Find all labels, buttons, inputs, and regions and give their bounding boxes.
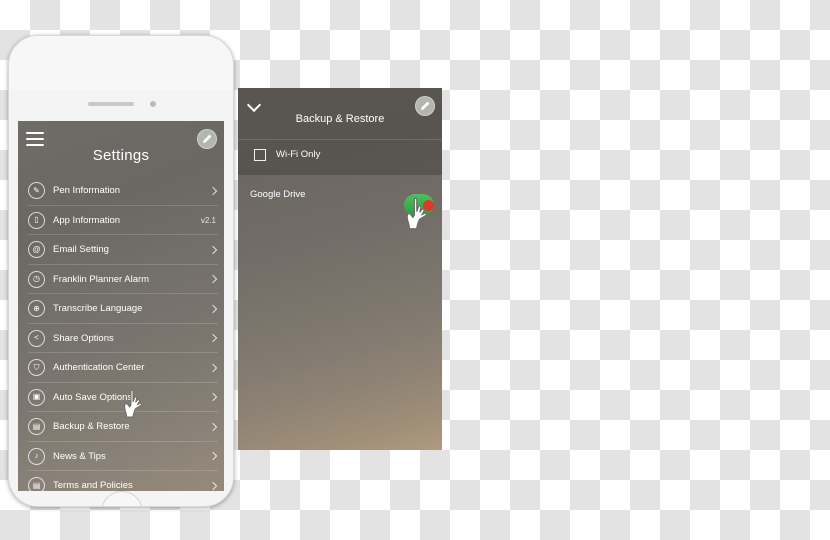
hamburger-menu-icon[interactable] <box>26 132 44 146</box>
page-title: Backup & Restore <box>295 113 385 125</box>
chevron-right-icon <box>208 186 218 195</box>
settings-header: Settings <box>18 121 224 176</box>
list-item-label: Email Setting <box>53 244 109 256</box>
list-item-label: App Information <box>53 214 121 226</box>
email-icon: @ <box>28 241 45 259</box>
chevron-right-icon <box>208 245 218 254</box>
chevron-right-icon <box>208 363 218 372</box>
sidebar-item-transcribe-language[interactable]: ⊕ Transcribe Language <box>18 294 224 324</box>
list-item-label: Franklin Planner Alarm <box>53 273 150 285</box>
settings-list: ✎ Pen Information ▯ App Information v2.1… <box>18 176 224 491</box>
chevron-right-icon <box>208 304 218 313</box>
clock-icon: ◷ <box>28 270 45 288</box>
wifi-only-option[interactable]: Wi-Fi Only <box>238 139 442 169</box>
chevron-right-icon <box>208 452 218 461</box>
sidebar-item-terms-and-policies[interactable]: ▤ Terms and Policies <box>18 471 224 491</box>
google-drive-label: Google Drive <box>250 188 306 200</box>
sidebar-item-pen-information[interactable]: ✎ Pen Information <box>18 176 224 206</box>
front-camera <box>150 101 156 107</box>
list-item-label: Backup & Restore <box>53 421 130 433</box>
home-button[interactable] <box>101 491 143 506</box>
chevron-right-icon <box>208 422 218 431</box>
list-item-label: News & Tips <box>53 450 106 462</box>
list-item-label: Share Options <box>53 332 114 344</box>
pen-icon: ✎ <box>28 182 45 200</box>
save-icon: ▣ <box>28 388 45 406</box>
list-item-label: Authentication Center <box>53 362 145 374</box>
list-item-label: Transcribe Language <box>53 303 143 315</box>
list-item-label: Pen Information <box>53 185 121 197</box>
sidebar-item-authentication-center[interactable]: ⛉ Authentication Center <box>18 353 224 383</box>
sidebar-item-share-options[interactable]: < Share Options <box>18 324 224 354</box>
list-item-label: Auto Save Options <box>53 391 133 403</box>
canvas: Settings ✎ Pen Information ▯ App Informa… <box>0 0 830 540</box>
list-item-label: Terms and Policies <box>53 480 133 491</box>
sidebar-item-auto-save-options[interactable]: ▣ Auto Save Options <box>18 383 224 413</box>
page-title: Settings <box>92 147 150 164</box>
sidebar-item-app-information[interactable]: ▯ App Information v2.1 <box>18 206 224 236</box>
globe-icon: ⊕ <box>28 300 45 318</box>
backup-icon: ▤ <box>28 418 45 436</box>
wifi-only-checkbox[interactable] <box>254 148 266 161</box>
bell-icon: ♪ <box>28 447 45 465</box>
wifi-only-label: Wi-Fi Only <box>276 149 321 160</box>
shield-icon: ⛉ <box>28 359 45 377</box>
chevron-down-icon[interactable] <box>247 100 260 108</box>
share-icon: < <box>28 329 45 347</box>
sidebar-item-news-and-tips[interactable]: ♪ News & Tips <box>18 442 224 472</box>
notification-dot <box>423 200 434 211</box>
chevron-right-icon <box>208 275 218 284</box>
sidebar-item-backup-and-restore[interactable]: ▤ Backup & Restore <box>18 412 224 442</box>
phone-screen: Settings ✎ Pen Information ▯ App Informa… <box>18 121 224 491</box>
phone-icon: ▯ <box>28 211 45 229</box>
chevron-right-icon <box>208 481 218 490</box>
sidebar-item-franklin-planner-alarm[interactable]: ◷ Franklin Planner Alarm <box>18 265 224 295</box>
phone-top-bezel <box>9 36 233 90</box>
app-version-value: v2.1 <box>200 215 216 225</box>
smartphone-device: Settings ✎ Pen Information ▯ App Informa… <box>8 35 234 507</box>
chevron-right-icon <box>208 393 218 402</box>
chevron-right-icon <box>208 334 218 343</box>
panel-header: Backup & Restore <box>238 88 442 139</box>
document-icon: ▤ <box>28 477 45 491</box>
pen-icon[interactable] <box>197 129 217 149</box>
earpiece-speaker <box>88 102 134 106</box>
backup-restore-screen: Backup & Restore Wi-Fi Only Google Drive <box>238 88 442 450</box>
sidebar-item-email-setting[interactable]: @ Email Setting <box>18 235 224 265</box>
